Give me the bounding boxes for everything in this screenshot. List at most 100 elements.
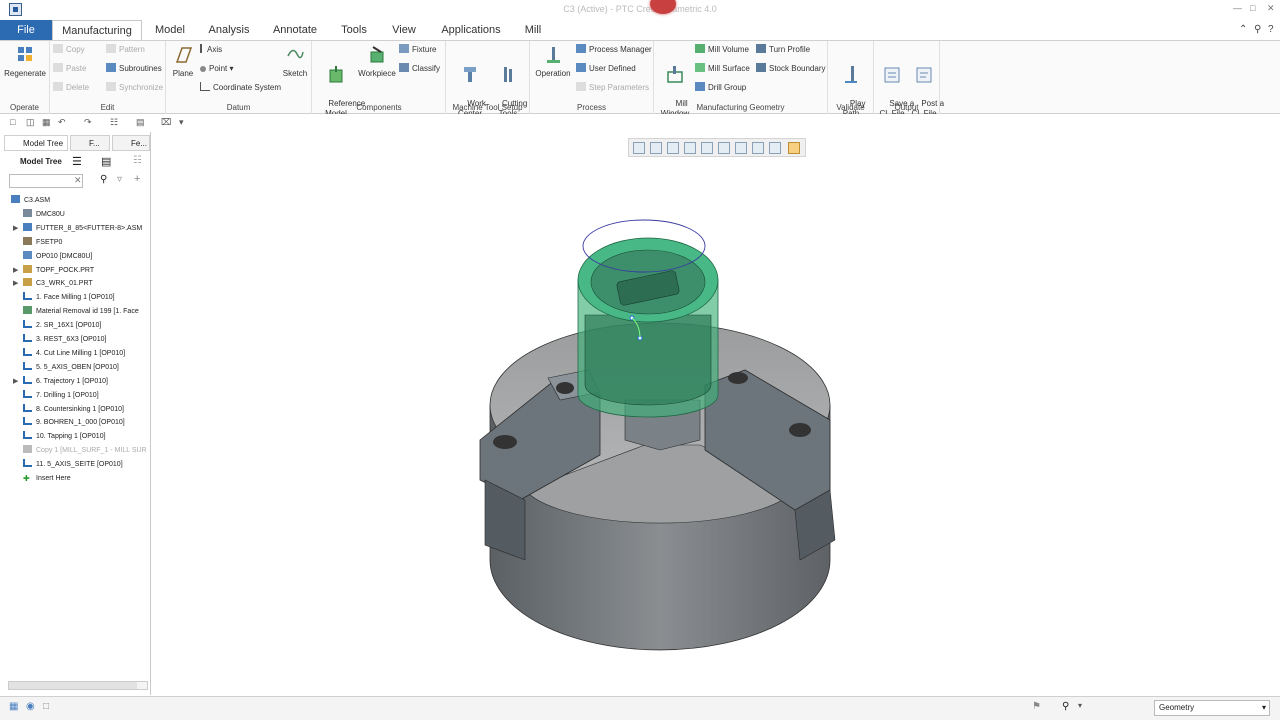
help-search-icon[interactable]: ⚲ <box>1254 24 1261 35</box>
display-style-icon[interactable] <box>701 142 713 154</box>
expand-arrow-icon[interactable]: ▶ <box>13 279 18 287</box>
user-defined-button[interactable]: User Defined <box>576 63 636 75</box>
subroutines-button[interactable]: Subroutines <box>106 63 162 75</box>
tree-filter-icon[interactable]: ▤ <box>101 155 111 168</box>
find-status-icon[interactable]: ⚲ <box>1062 701 1069 712</box>
collapse-ribbon-icon[interactable]: ⌃ <box>1239 24 1247 35</box>
tree-node[interactable]: 4. Cut Line Milling 1 [OP010] <box>23 347 125 360</box>
tree-node[interactable]: ✚ Insert Here <box>23 472 71 485</box>
full-screen-icon[interactable]: □ <box>43 701 49 712</box>
tab-applications[interactable]: Applications <box>436 20 506 40</box>
tree-node[interactable]: 11. 5_AXIS_SEITE [OP010] <box>23 458 123 471</box>
sketch-button[interactable]: Sketch <box>280 44 310 79</box>
mill-surface-button[interactable]: Mill Surface <box>695 63 750 75</box>
navigator-toggle-icon[interactable]: ▦ <box>9 701 18 712</box>
new-file-icon[interactable]: □ <box>10 117 15 127</box>
save-icon[interactable]: ▦ <box>42 117 51 128</box>
tree-node[interactable]: 6. Trajectory 1 [OP010] <box>23 375 108 388</box>
saved-orientations-icon[interactable] <box>718 142 730 154</box>
tree-node[interactable]: 5. 5_AXIS_OBEN [OP010] <box>23 361 119 374</box>
view-manager-icon[interactable] <box>735 142 747 154</box>
tree-node[interactable]: OP010 [DMC80U] <box>23 250 92 263</box>
customize-dropdown-icon[interactable]: ▾ <box>179 117 184 128</box>
windows-icon[interactable]: ▤ <box>136 117 145 128</box>
tree-node[interactable]: 9. BOHREN_1_000 [OP010] <box>23 416 125 429</box>
close-window-icon[interactable]: ⌧ <box>161 117 171 128</box>
tree-node[interactable]: Material Removal id 199 [1. Face <box>23 305 139 318</box>
filter-icon[interactable]: ▿ <box>117 174 122 185</box>
minimize-icon[interactable]: — <box>1233 3 1242 13</box>
tab-annotate[interactable]: Annotate <box>266 20 324 40</box>
turn-profile-button[interactable]: Turn Profile <box>756 44 810 56</box>
tab-folder-browser[interactable]: F... <box>70 135 110 151</box>
tree-node[interactable]: 3. REST_6X3 [OP010] <box>23 333 106 346</box>
tab-manufacturing[interactable]: Manufacturing <box>52 20 142 40</box>
zoom-in-icon[interactable] <box>650 142 662 154</box>
clear-search-icon[interactable]: ✕ <box>74 175 82 186</box>
tree-columns-icon[interactable]: ☷ <box>133 155 142 166</box>
maximize-icon[interactable]: □ <box>1250 3 1255 13</box>
synchronize-button[interactable]: Synchronize <box>106 82 163 94</box>
tree-node[interactable]: TOPF_POCK.PRT <box>23 264 94 277</box>
tree-node[interactable]: DMC80U <box>23 208 65 221</box>
tree-settings-icon[interactable]: ☰ <box>72 155 82 168</box>
plane-button[interactable]: Plane <box>169 44 197 79</box>
mill-volume-button[interactable]: Mill Volume <box>695 44 749 56</box>
tree-node[interactable]: C3_WRK_01.PRT <box>23 277 93 290</box>
delete-button[interactable]: Delete <box>53 82 89 94</box>
annotation-display-icon[interactable] <box>788 142 800 154</box>
repaint-icon[interactable] <box>684 142 696 154</box>
expand-arrow-icon[interactable]: ▶ <box>13 224 18 232</box>
find-icon[interactable]: ⚲ <box>100 174 107 185</box>
add-icon[interactable]: + <box>134 173 140 185</box>
tab-view[interactable]: View <box>386 20 422 40</box>
regenerate-small-icon[interactable]: ☷ <box>110 117 118 128</box>
tab-mill[interactable]: Mill <box>518 20 548 40</box>
tree-node[interactable]: C3.ASM <box>11 194 50 207</box>
tab-analysis[interactable]: Analysis <box>202 20 256 40</box>
point-button[interactable]: Point ▾ <box>200 63 233 75</box>
tab-tools[interactable]: Tools <box>333 20 375 40</box>
axis-button[interactable]: Axis <box>200 44 222 56</box>
find-dropdown-icon[interactable]: ▾ <box>1078 701 1082 710</box>
tree-search-input[interactable] <box>9 174 83 188</box>
paste-button[interactable]: Paste <box>53 63 86 75</box>
tab-model-tree[interactable]: Model Tree <box>4 135 68 151</box>
undo-icon[interactable]: ↶ <box>58 117 66 128</box>
tree-node[interactable]: FSETP0 <box>23 236 62 249</box>
close-icon[interactable]: ✕ <box>1267 3 1275 14</box>
drill-group-button[interactable]: Drill Group <box>695 82 746 94</box>
redo-icon[interactable]: ↷ <box>84 117 92 128</box>
copy-button[interactable]: Copy <box>53 44 85 56</box>
datum-display-icon[interactable] <box>769 142 781 154</box>
tree-node[interactable]: Copy 1 [MILL_SURF_1 - MILL SUR <box>23 444 147 457</box>
process-manager-button[interactable]: Process Manager <box>576 44 652 56</box>
tree-node[interactable]: 10. Tapping 1 [OP010] <box>23 430 106 443</box>
horizontal-scrollbar[interactable] <box>8 681 148 690</box>
tree-node[interactable]: 1. Face Milling 1 [OP010] <box>23 291 115 304</box>
graphics-area[interactable] <box>152 132 1280 695</box>
step-parameters-button[interactable]: Step Parameters <box>576 82 649 94</box>
cad-model-3d[interactable] <box>152 132 1280 695</box>
workpiece-button[interactable]: Workpiece <box>356 44 398 79</box>
tree-node[interactable]: 8. Countersinking 1 [OP010] <box>23 403 124 416</box>
stock-boundary-button[interactable]: Stock Boundary <box>756 63 825 75</box>
fixture-button[interactable]: Fixture <box>399 44 436 56</box>
tab-model[interactable]: Model <box>146 20 194 40</box>
scrollbar-thumb[interactable] <box>9 682 137 689</box>
perspective-icon[interactable] <box>752 142 764 154</box>
operation-button[interactable]: Operation <box>533 44 573 79</box>
browser-toggle-icon[interactable]: ◉ <box>26 701 35 712</box>
expand-arrow-icon[interactable]: ▶ <box>13 377 18 385</box>
selection-filter-dropdown[interactable]: Geometry ▾ <box>1154 700 1270 716</box>
pattern-button[interactable]: Pattern <box>106 44 145 56</box>
regenerate-button[interactable]: Regenerate <box>3 44 47 79</box>
open-file-icon[interactable]: ◫ <box>26 117 35 128</box>
tree-node[interactable]: FUTTER_8_85<FUTTER-8>.ASM <box>23 222 142 235</box>
tab-file[interactable]: File <box>0 20 52 40</box>
coordinate-system-button[interactable]: Coordinate System <box>200 82 281 94</box>
help-icon[interactable]: ? <box>1268 24 1274 35</box>
zoom-out-icon[interactable] <box>667 142 679 154</box>
refit-icon[interactable] <box>633 142 645 154</box>
tree-node[interactable]: 2. SR_16X1 [OP010] <box>23 319 101 332</box>
